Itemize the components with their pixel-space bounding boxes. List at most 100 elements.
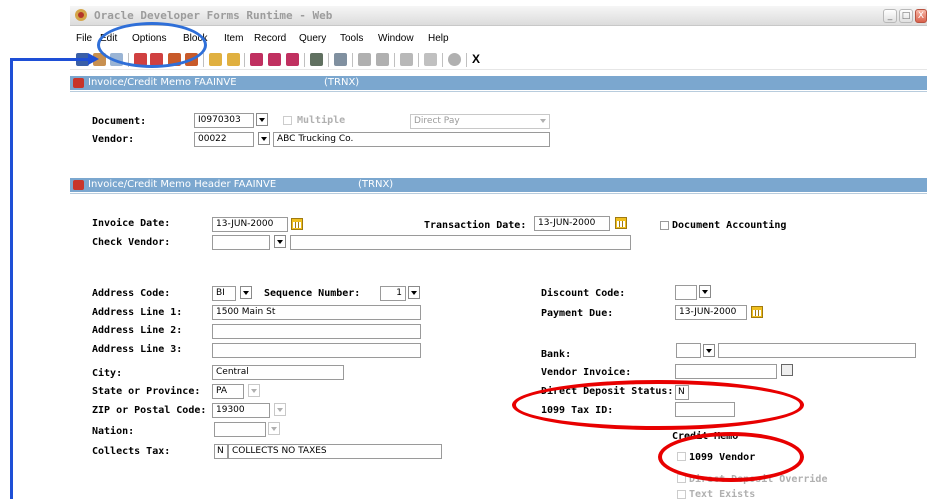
item-help-icon[interactable] xyxy=(358,53,371,66)
menu-help[interactable]: Help xyxy=(428,33,449,44)
record-help-icon[interactable] xyxy=(376,53,389,66)
key-block-tag: (TRNX) xyxy=(324,77,360,88)
enter-query-icon[interactable] xyxy=(250,53,263,66)
state-label: State or Province: xyxy=(92,386,201,397)
toolbar-separator xyxy=(352,53,353,67)
delete-record-icon[interactable] xyxy=(227,53,240,66)
address-line-2-input[interactable] xyxy=(212,324,421,339)
address-code-lov-button[interactable] xyxy=(240,286,252,299)
discount-code-input[interactable] xyxy=(675,285,697,300)
maximize-button[interactable]: □ xyxy=(899,9,913,23)
vendor-lov-button[interactable] xyxy=(258,132,270,145)
workflow-icon[interactable] xyxy=(424,53,437,66)
vendor-1099-highlight-oval xyxy=(658,432,804,482)
print-form-icon[interactable] xyxy=(334,53,347,66)
options-highlight-oval xyxy=(97,22,207,68)
window-title: Oracle Developer Forms Runtime - Web xyxy=(94,9,333,22)
sequence-lov-button[interactable] xyxy=(408,286,420,299)
form-icon xyxy=(73,78,84,88)
bank-label: Bank: xyxy=(541,349,572,360)
calendar-icon[interactable] xyxy=(751,306,763,318)
invoice-date-label: Invoice Date: xyxy=(92,218,171,229)
bank-input[interactable] xyxy=(676,343,701,358)
address-line-2-label: Address Line 2: xyxy=(92,325,183,336)
state-input[interactable]: PA xyxy=(212,384,244,399)
menu-record[interactable]: Record xyxy=(254,33,286,44)
collects-tax-code-input[interactable]: N xyxy=(214,444,228,459)
vendor-name-field: ABC Trucking Co. xyxy=(273,132,550,147)
multiple-checkbox[interactable] xyxy=(283,116,292,125)
header-block-tag: (TRNX) xyxy=(358,179,394,190)
address-code-input[interactable]: BI xyxy=(212,286,236,301)
list-values-icon[interactable] xyxy=(310,53,323,66)
transaction-date-input[interactable]: 13-JUN-2000 xyxy=(534,216,610,231)
divider xyxy=(70,193,927,194)
bank-lov-button[interactable] xyxy=(703,344,715,357)
document-accounting-checkbox[interactable] xyxy=(660,221,669,230)
payment-due-label: Payment Due: xyxy=(541,308,614,319)
state-lov-button[interactable] xyxy=(248,384,260,397)
close-form-icon[interactable]: X xyxy=(472,52,480,66)
multiple-label: Multiple xyxy=(297,115,346,126)
document-lov-button[interactable] xyxy=(256,113,268,126)
discount-code-label: Discount Code: xyxy=(541,288,626,299)
annotation-arrow xyxy=(10,58,90,61)
text-exists-checkbox[interactable] xyxy=(677,490,686,499)
menu-query[interactable]: Query xyxy=(299,33,326,44)
toolbar-separator xyxy=(203,53,204,67)
sequence-number-label: Sequence Number: xyxy=(264,288,361,299)
close-window-button[interactable]: X xyxy=(915,9,927,23)
menu-tools[interactable]: Tools xyxy=(340,33,363,44)
key-block-header: Invoice/Credit Memo FAAINVE (TRNX) xyxy=(70,76,927,90)
check-vendor-label: Check Vendor: xyxy=(92,237,171,248)
nation-lov-button[interactable] xyxy=(268,422,280,435)
cancel-query-icon[interactable] xyxy=(286,53,299,66)
notes-icon[interactable] xyxy=(781,364,793,376)
calendar-icon[interactable] xyxy=(291,218,303,230)
pay-type-select[interactable]: Direct Pay xyxy=(410,114,550,129)
zip-label: ZIP or Postal Code: xyxy=(92,405,207,416)
minimize-button[interactable]: _ xyxy=(883,9,897,23)
address-code-label: Address Code: xyxy=(92,288,171,299)
address-line-1-label: Address Line 1: xyxy=(92,307,183,318)
toolbar-separator xyxy=(442,53,443,67)
collects-tax-label: Collects Tax: xyxy=(92,446,171,457)
menu-window[interactable]: Window xyxy=(378,33,414,44)
app-icon xyxy=(74,8,88,22)
vendor-invoice-input[interactable] xyxy=(675,364,777,379)
annotation-arrow-head xyxy=(88,53,99,65)
toolbar-separator xyxy=(466,53,467,67)
zip-input[interactable]: 19300 xyxy=(212,403,270,418)
invoice-date-input[interactable]: 13-JUN-2000 xyxy=(212,217,288,232)
annotation-arrow xyxy=(10,58,13,499)
divider xyxy=(70,91,927,92)
sequence-number-input[interactable]: 1 xyxy=(380,286,406,301)
document-accounting-label: Document Accounting xyxy=(672,220,787,231)
vendor-id-input[interactable]: 00022 xyxy=(194,132,254,147)
address-line-1-input[interactable]: 1500 Main St xyxy=(212,305,421,320)
vendor-invoice-label: Vendor Invoice: xyxy=(541,367,632,378)
tax-id-highlight-oval xyxy=(512,380,804,430)
payment-due-input[interactable]: 13-JUN-2000 xyxy=(675,305,747,320)
pay-type-chevron-icon xyxy=(538,115,550,128)
help-icon[interactable] xyxy=(448,53,461,66)
toolbar-separator xyxy=(244,53,245,67)
document-input[interactable]: I0970303 xyxy=(194,113,254,128)
zip-lov-button[interactable] xyxy=(274,403,286,416)
calendar-icon[interactable] xyxy=(615,217,627,229)
address-line-3-input[interactable] xyxy=(212,343,421,358)
menu-file[interactable]: File xyxy=(76,33,92,44)
nation-input[interactable] xyxy=(214,422,266,437)
check-vendor-input[interactable] xyxy=(212,235,270,250)
window-title-bar: Oracle Developer Forms Runtime - Web _ □… xyxy=(70,6,927,26)
menu-item[interactable]: Item xyxy=(224,33,243,44)
check-vendor-lov-button[interactable] xyxy=(274,235,286,248)
discount-code-lov-button[interactable] xyxy=(699,285,711,298)
city-input[interactable]: Central xyxy=(212,365,344,380)
key-block-title: Invoice/Credit Memo FAAINVE xyxy=(88,77,237,88)
transaction-date-label: Transaction Date: xyxy=(424,220,527,231)
execute-query-icon[interactable] xyxy=(268,53,281,66)
header-block-title: Invoice/Credit Memo Header FAAINVE xyxy=(88,179,277,190)
insert-record-icon[interactable] xyxy=(209,53,222,66)
attachment-icon[interactable] xyxy=(400,53,413,66)
